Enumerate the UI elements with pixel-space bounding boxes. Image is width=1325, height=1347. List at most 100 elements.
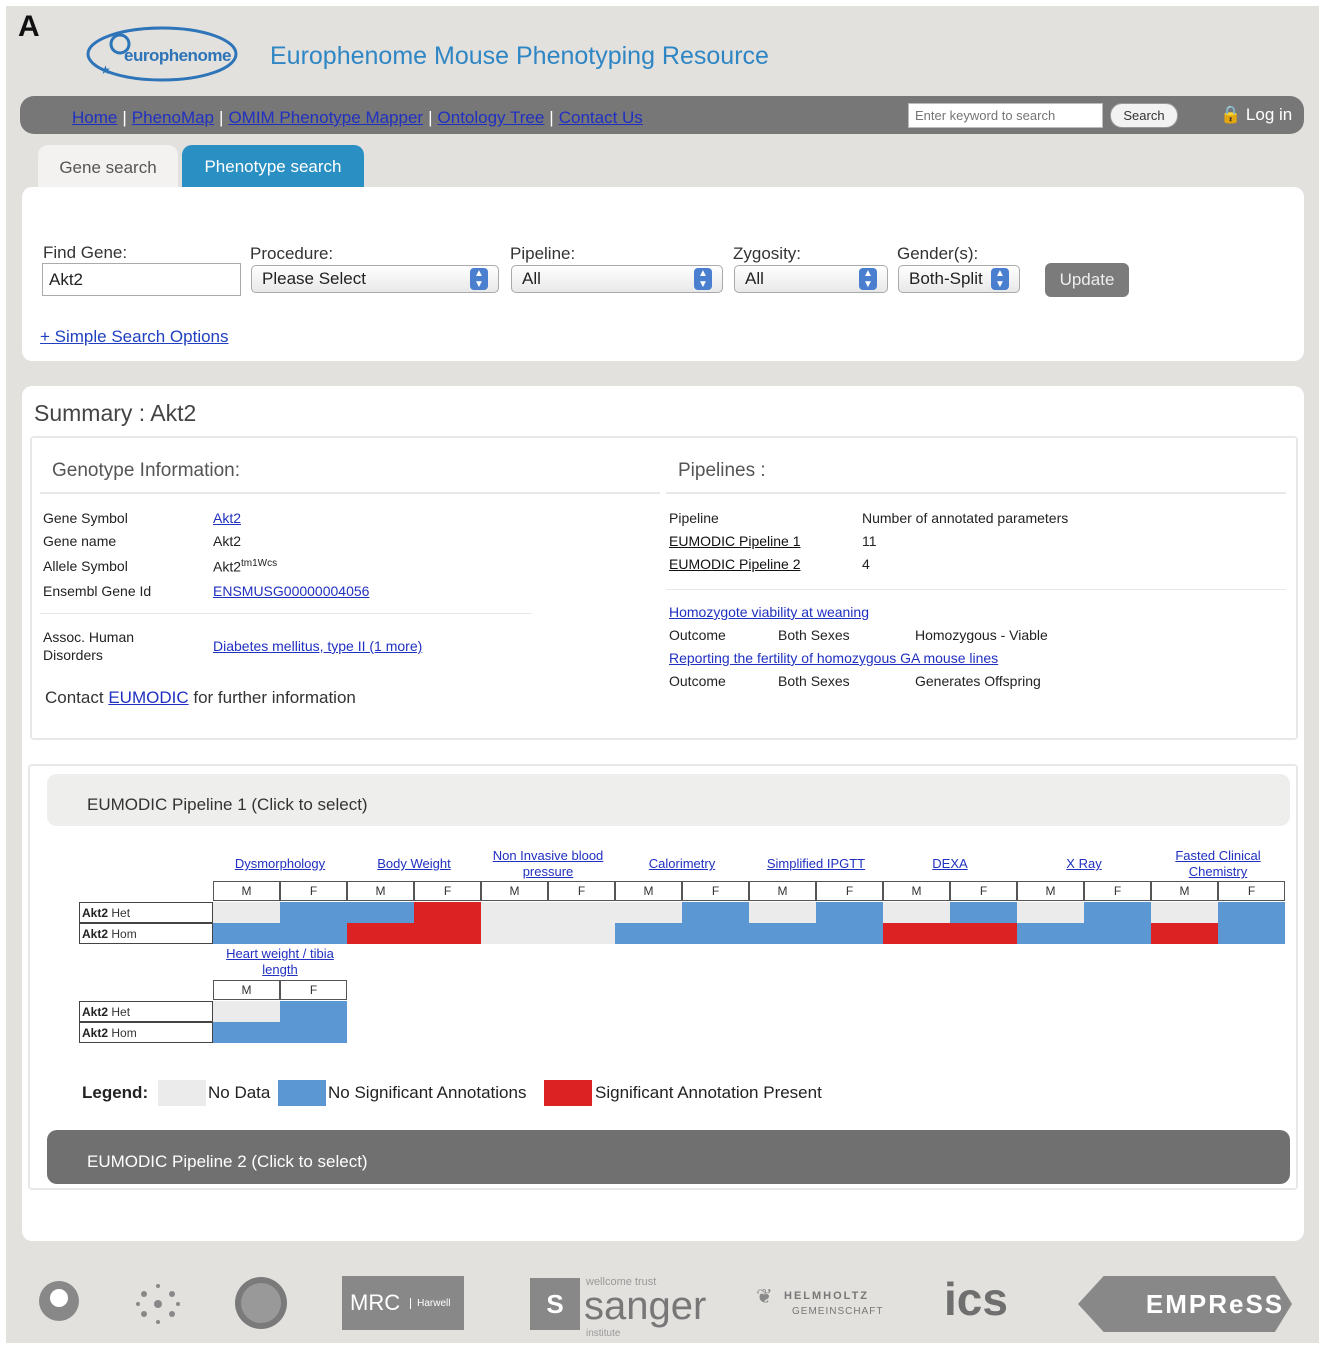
row1-hom-cell <box>615 923 682 944</box>
row1-sex-header-m: M <box>1151 881 1218 901</box>
row2-hom-cell <box>213 1022 280 1043</box>
row2-sex-header-m: M <box>213 980 280 1000</box>
row-zygosity-label: Hom <box>108 927 137 941</box>
row1-hom-cell <box>414 923 481 944</box>
nav-contact[interactable]: Contact Us <box>559 108 643 128</box>
find-gene-input[interactable] <box>42 263 241 296</box>
row1-hom-cell <box>1218 923 1285 944</box>
row1-procedure-header[interactable]: Dysmorphology <box>207 856 353 872</box>
login-link[interactable]: 🔒 Log in <box>1220 105 1292 125</box>
row1-sex-header-f: F <box>950 881 1017 901</box>
helmholtz-mark-icon: ❦ <box>756 1286 773 1308</box>
row1-procedure-header[interactable]: Non Invasive blood pressure <box>475 848 621 880</box>
row1-het-cell <box>950 902 1017 923</box>
row1-procedure-header[interactable]: Calorimetry <box>609 856 755 872</box>
pipeline-label: Pipeline: <box>510 244 576 263</box>
divider <box>40 613 532 614</box>
row1-hom-cell <box>883 923 950 944</box>
allele-superscript: tm1Wcs <box>241 558 278 569</box>
select-arrow-icon: ▲ ▼ <box>694 268 712 290</box>
fertility-link[interactable]: Reporting the fertility of homozygous GA… <box>669 650 998 666</box>
row1-het-cell <box>280 902 347 923</box>
row1-hom-cell <box>1017 923 1084 944</box>
nav-omim-mapper[interactable]: OMIM Phenotype Mapper <box>228 108 423 128</box>
gene-symbol-link[interactable]: Akt2 <box>213 510 241 526</box>
pipeline-select[interactable]: All ▲ ▼ <box>511 265 723 293</box>
legend-swatch-no-data <box>158 1080 206 1106</box>
row2-het-cell <box>213 1001 280 1022</box>
legend-swatch-sig <box>544 1080 592 1106</box>
select-arrow-icon: ▲ ▼ <box>991 268 1009 290</box>
nav-ontology-tree[interactable]: Ontology Tree <box>438 108 545 128</box>
viability-link[interactable]: Homozygote viability at weaning <box>669 604 869 620</box>
tab-phenotype-search[interactable]: Phenotype search <box>182 145 364 189</box>
assoc-human-label-1: Assoc. Human <box>43 629 135 645</box>
sanger-logo: S wellcome trust sanger institute <box>530 1274 710 1339</box>
row1-procedure-header[interactable]: X Ray <box>1011 856 1157 872</box>
divider <box>666 589 1286 590</box>
row1-het-cell <box>816 902 883 923</box>
row2-sex-header-f: F <box>280 980 347 1000</box>
ensembl-id-link[interactable]: ENSMUSG00000004056 <box>213 583 369 599</box>
row2-hom-cell <box>280 1022 347 1043</box>
row2-procedure-header[interactable]: Heart weight / tibia length <box>207 946 353 978</box>
legend-sig: Significant Annotation Present <box>595 1083 822 1102</box>
divider <box>40 492 660 494</box>
pipeline-1-count: 11 <box>862 533 877 549</box>
row1-sex-header-f: F <box>548 881 615 901</box>
zygosity-select[interactable]: All ▲ ▼ <box>734 265 888 293</box>
pipeline-col-header: Pipeline <box>669 510 719 526</box>
nav-links: Home | PhenoMap | OMIM Phenotype Mapper | O… <box>72 108 643 128</box>
row1-hom-cell <box>347 923 414 944</box>
institute-text: institute <box>586 1328 621 1339</box>
legend-swatch-no-sig <box>278 1080 326 1106</box>
allele-symbol-label: Allele Symbol <box>43 558 128 574</box>
legend: Legend: No Data No Significant Annotatio… <box>82 1080 882 1110</box>
eumodic-link[interactable]: EUMODIC <box>108 688 188 707</box>
row1-sex-header-f: F <box>414 881 481 901</box>
nav-phenomap[interactable]: PhenoMap <box>132 108 214 128</box>
globe-logo <box>235 1277 287 1329</box>
row1-hom-cell <box>280 923 347 944</box>
empress-logo: EMPReSS <box>1078 1276 1292 1332</box>
row1-hom-cell <box>950 923 1017 944</box>
row1-sex-header-m: M <box>347 881 414 901</box>
pipelines-header: Pipelines : <box>678 460 766 481</box>
row-gene-label: Akt2 <box>82 906 109 920</box>
row1-sex-header-m: M <box>615 881 682 901</box>
row1-procedure-header[interactable]: DEXA <box>877 856 1023 872</box>
allele-symbol-value: Akt2tm1Wcs <box>213 558 277 575</box>
gene-name-value: Akt2 <box>213 533 242 549</box>
keyword-search-input[interactable] <box>908 103 1103 128</box>
tab-gene-search[interactable]: Gene search <box>38 145 178 191</box>
row1-procedure-header[interactable]: Simplified IPGTT <box>743 856 889 872</box>
row-zygosity-label: Het <box>108 906 131 920</box>
row1-sex-header-f: F <box>1218 881 1285 901</box>
nav-home[interactable]: Home <box>72 108 117 128</box>
zygosity-value: All <box>745 269 764 288</box>
assoc-disorders-link[interactable]: Diabetes mellitus, type II (1 more) <box>213 638 422 654</box>
row2-het-cell <box>280 1001 347 1022</box>
pipeline-2-bar[interactable]: EUMODIC Pipeline 2 (Click to select) <box>47 1130 1290 1184</box>
row1-sex-header-f: F <box>682 881 749 901</box>
contact-post: for further information <box>193 688 356 707</box>
row-gene-label: Akt2 <box>82 1005 109 1019</box>
row1-sex-header-f: F <box>1084 881 1151 901</box>
row1-hom-cell <box>816 923 883 944</box>
search-button[interactable]: Search <box>1110 103 1178 128</box>
fertility-outcome-label: Outcome <box>669 673 726 689</box>
row1-sex-header-m: M <box>1017 881 1084 901</box>
pipeline-1-link[interactable]: EUMODIC Pipeline 1 <box>669 533 801 549</box>
harwell-text: Harwell <box>410 1297 450 1309</box>
pipeline-2-link[interactable]: EUMODIC Pipeline 2 <box>669 556 801 572</box>
pipeline-1-bar[interactable]: EUMODIC Pipeline 1 (Click to select) <box>47 774 1290 826</box>
row1-procedure-header[interactable]: Fasted Clinical Chemistry <box>1145 848 1291 880</box>
row-zygosity-label: Hom <box>108 1026 137 1040</box>
update-button[interactable]: Update <box>1045 263 1129 297</box>
row1-hom-cell <box>481 923 548 944</box>
gender-select[interactable]: Both-Split ▲ ▼ <box>898 265 1020 293</box>
procedure-select[interactable]: Please Select ▲ ▼ <box>251 265 499 293</box>
row1-het-row-label: Akt2 Het <box>79 902 213 923</box>
simple-search-options-link[interactable]: + Simple Search Options <box>40 327 229 347</box>
row1-procedure-header[interactable]: Body Weight <box>341 856 487 872</box>
